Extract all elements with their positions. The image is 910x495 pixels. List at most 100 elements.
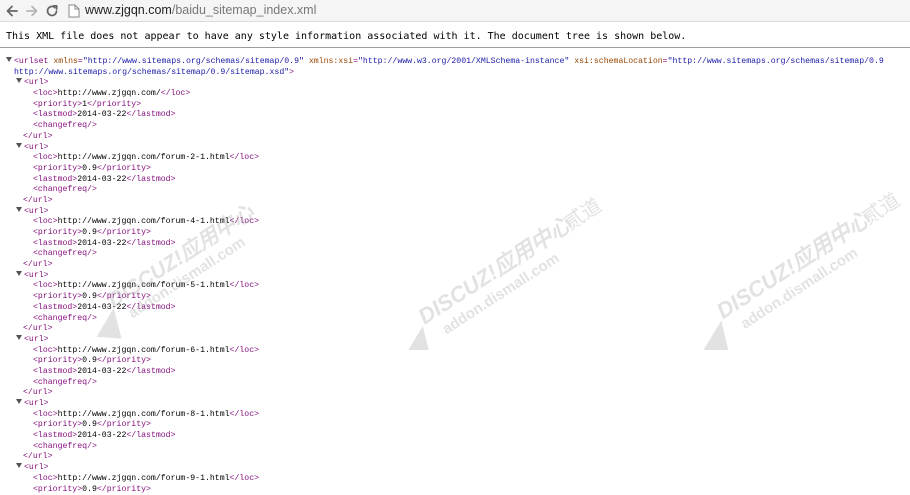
lastmod-line: <lastmod>2014-03-22</lastmod> (0, 303, 910, 314)
expand-triangle-icon[interactable] (16, 207, 22, 212)
lastmod-close-tag: </lastmod> (126, 367, 175, 376)
loc-open-tag: <loc> (33, 346, 58, 355)
lastmod-line: <lastmod>2014-03-22</lastmod> (0, 431, 910, 442)
url-open-tag: <url> (24, 399, 49, 408)
loc-close-tag: </loc> (230, 281, 259, 290)
url-open-line: <url> (0, 143, 910, 154)
priority-line: <priority>0.9</priority> (0, 292, 910, 303)
priority-line: <priority>1</priority> (0, 100, 910, 111)
url-close-line: </url> (0, 452, 910, 463)
loc-open-tag: <loc> (33, 217, 58, 226)
loc-value: http://www.zjgqn.com/forum-8-1.html (58, 410, 230, 419)
expand-triangle-icon[interactable] (16, 463, 22, 468)
url-open-tag: <url> (24, 335, 49, 344)
loc-close-tag: </loc> (230, 410, 259, 419)
url-open-line: <url> (0, 78, 910, 89)
url-close-tag: </url> (23, 324, 52, 333)
lastmod-value: 2014-03-22 (77, 239, 126, 248)
loc-value: http://www.zjgqn.com/forum-4-1.html (58, 217, 230, 226)
changefreq-line: <changefreq/> (0, 121, 910, 132)
priority-close-tag: </priority> (97, 228, 151, 237)
priority-value: 0.9 (82, 228, 97, 237)
lastmod-open-tag: <lastmod> (33, 239, 77, 248)
expand-triangle-icon[interactable] (16, 271, 22, 276)
url-open-tag: <url> (24, 78, 49, 87)
priority-value: 0.9 (82, 485, 97, 494)
lastmod-close-tag: </lastmod> (126, 110, 175, 119)
url-entry: <url> <loc>http://www.zjgqn.com/forum-8-1… (0, 399, 910, 463)
url-open-line: <url> (0, 271, 910, 282)
lastmod-close-tag: </lastmod> (126, 239, 175, 248)
url-close-tag: </url> (23, 196, 52, 205)
loc-value: http://www.zjgqn.com/forum-6-1.html (58, 346, 230, 355)
lastmod-line: <lastmod>2014-03-22</lastmod> (0, 175, 910, 186)
expand-triangle-icon[interactable] (16, 399, 22, 404)
loc-close-tag: </loc> (230, 153, 259, 162)
loc-value: http://www.zjgqn.com/forum-9-1.html (58, 474, 230, 483)
lastmod-value: 2014-03-22 (77, 110, 126, 119)
urlset-open-line: <urlset xmlns="http://www.sitemaps.org/s… (0, 57, 910, 68)
lastmod-open-tag: <lastmod> (33, 367, 77, 376)
expand-triangle-icon[interactable] (6, 57, 12, 62)
loc-line: <loc>http://www.zjgqn.com/forum-2-1.html… (0, 153, 910, 164)
address-bar-url[interactable]: www.zjgqn.com/baidu_sitemap_index.xml (85, 3, 316, 17)
priority-open-tag: <priority> (33, 356, 82, 365)
url-entry: <url><loc>http://www.zjgqn.com/</loc><pr… (0, 78, 910, 142)
lastmod-close-tag: </lastmod> (126, 303, 175, 312)
lastmod-line: <lastmod>2014-03-22</lastmod> (0, 110, 910, 121)
priority-close-tag: </priority> (97, 356, 151, 365)
lastmod-line: <lastmod>2014-03-22</lastmod> (0, 239, 910, 250)
url-open-line: <url> (0, 399, 910, 410)
xmlns-attr-value: "http://www.sitemaps.org/schemas/sitemap… (83, 57, 304, 66)
loc-line: <loc>http://www.zjgqn.com/forum-9-1.html… (0, 474, 910, 485)
priority-line: <priority>0.9</priority> (0, 164, 910, 175)
loc-close-tag: </loc> (161, 89, 190, 98)
changefreq-line: <changefreq/> (0, 314, 910, 325)
lastmod-value: 2014-03-22 (77, 431, 126, 440)
url-open-tag: <url> (24, 271, 49, 280)
loc-open-tag: <loc> (33, 153, 58, 162)
lastmod-value: 2014-03-22 (77, 367, 126, 376)
loc-open-tag: <loc> (33, 281, 58, 290)
forward-arrow-icon[interactable] (24, 3, 40, 19)
url-entry: <url><loc>http://www.zjgqn.com/forum-2-1… (0, 143, 910, 207)
back-arrow-icon[interactable] (4, 3, 20, 19)
lastmod-line: <lastmod>2014-03-22</lastmod> (0, 367, 910, 378)
url-close-line: </url> (0, 388, 910, 399)
priority-open-tag: <priority> (33, 228, 82, 237)
priority-value: 0.9 (82, 420, 97, 429)
lastmod-value: 2014-03-22 (77, 175, 126, 184)
priority-close-tag: </priority> (97, 164, 151, 173)
loc-value: http://www.zjgqn.com/forum-2-1.html (58, 153, 230, 162)
xsi-attr-name: xmlns:xsi (309, 57, 353, 66)
changefreq-tag: <changefreq/> (33, 314, 97, 323)
lastmod-value: 2014-03-22 (77, 303, 126, 312)
schema-location-attr-name: xsi:schemaLocation (574, 57, 662, 66)
changefreq-tag: <changefreq/> (33, 249, 97, 258)
url-entry: <url><loc>http://www.zjgqn.com/forum-4-1… (0, 207, 910, 271)
info-divider (0, 47, 910, 48)
url-close-line: </url> (0, 324, 910, 335)
urlset-close-bracket: > (289, 68, 294, 77)
priority-close-tag: </priority> (97, 292, 151, 301)
xml-tree: <urlset xmlns="http://www.sitemaps.org/s… (0, 57, 910, 495)
loc-value: http://www.zjgqn.com/ (58, 89, 161, 98)
priority-value: 0.9 (82, 356, 97, 365)
loc-open-tag: <loc> (33, 474, 58, 483)
changefreq-tag: <changefreq/> (33, 378, 97, 387)
changefreq-line: <changefreq/> (0, 249, 910, 260)
schema-location-attr-value: "http://www.sitemaps.org/schemas/sitemap… (668, 57, 884, 66)
priority-value: 0.9 (82, 164, 97, 173)
expand-triangle-icon[interactable] (16, 335, 22, 340)
changefreq-line: <changefreq/> (0, 378, 910, 389)
changefreq-tag: <changefreq/> (33, 185, 97, 194)
url-entry: <url><loc>http://www.zjgqn.com/forum-9-1… (0, 463, 910, 495)
url-close-tag: </url> (23, 388, 52, 397)
expand-triangle-icon[interactable] (16, 143, 22, 148)
expand-triangle-icon[interactable] (16, 78, 22, 83)
url-close-tag: </url> (23, 260, 52, 269)
reload-icon[interactable] (44, 3, 60, 19)
priority-close-tag: </priority> (97, 485, 151, 494)
loc-line: <loc>http://www.zjgqn.com/forum-8-1.html… (0, 410, 910, 421)
url-close-line: </url> (0, 260, 910, 271)
